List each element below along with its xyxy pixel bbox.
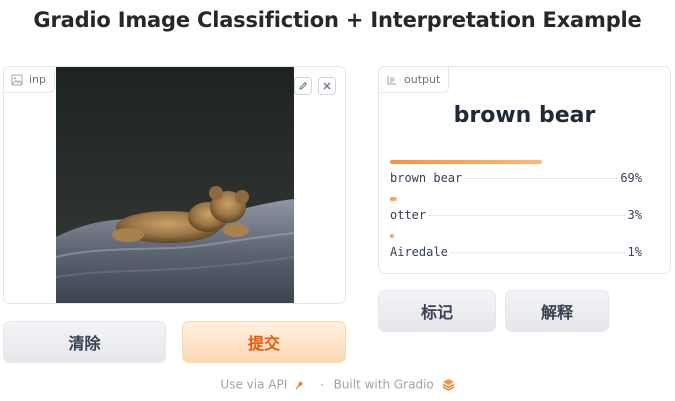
top-prediction-label: brown bear: [453, 103, 596, 128]
teddy-bear-image: [56, 67, 294, 303]
confidence-percent: 3%: [627, 208, 642, 222]
built-with-gradio-link[interactable]: Built with Gradio: [334, 378, 434, 392]
confidence-percent: 1%: [627, 245, 642, 259]
edit-image-button[interactable]: [294, 77, 312, 95]
input-label-tab: inp: [4, 67, 56, 93]
page-title: Gradio Image Classifiction + Interpretat…: [33, 8, 642, 32]
input-image-panel[interactable]: inp: [3, 66, 346, 304]
footer-separator: ·: [319, 377, 324, 392]
confidence-bar: [390, 234, 394, 238]
clear-button[interactable]: 清除: [3, 321, 166, 363]
use-via-api-link[interactable]: Use via API: [220, 378, 287, 392]
confidence-label: Airedale: [390, 245, 448, 259]
pencil-icon: [299, 81, 308, 90]
confidence-row: Airedale 1%: [390, 234, 642, 259]
footer: Use via API · Built with Gradio: [0, 377, 675, 392]
confidence-label: brown bear: [390, 171, 463, 185]
submit-button[interactable]: 提交: [182, 321, 346, 363]
gradio-logo-icon: [442, 379, 454, 391]
interpret-button[interactable]: 解释: [505, 290, 609, 332]
close-icon: [323, 82, 331, 90]
rocket-icon: [295, 380, 304, 390]
confidence-row: brown bear 69%: [390, 160, 642, 185]
confidence-row: otter 3%: [390, 197, 642, 222]
confidence-bar: [390, 160, 542, 164]
confidence-bar: [390, 197, 397, 201]
output-label-panel: output brown bear brown bear 69% otter 3…: [378, 66, 671, 274]
confidence-percent: 69%: [620, 171, 642, 185]
label-icon: [387, 75, 396, 84]
flag-button[interactable]: 标记: [378, 290, 496, 332]
output-label: output: [404, 73, 441, 86]
confidence-label: otter: [390, 208, 427, 222]
image-icon: [11, 74, 23, 85]
output-label-tab: output: [379, 67, 450, 93]
clear-image-button[interactable]: [318, 77, 336, 95]
input-label: inp: [29, 73, 47, 86]
